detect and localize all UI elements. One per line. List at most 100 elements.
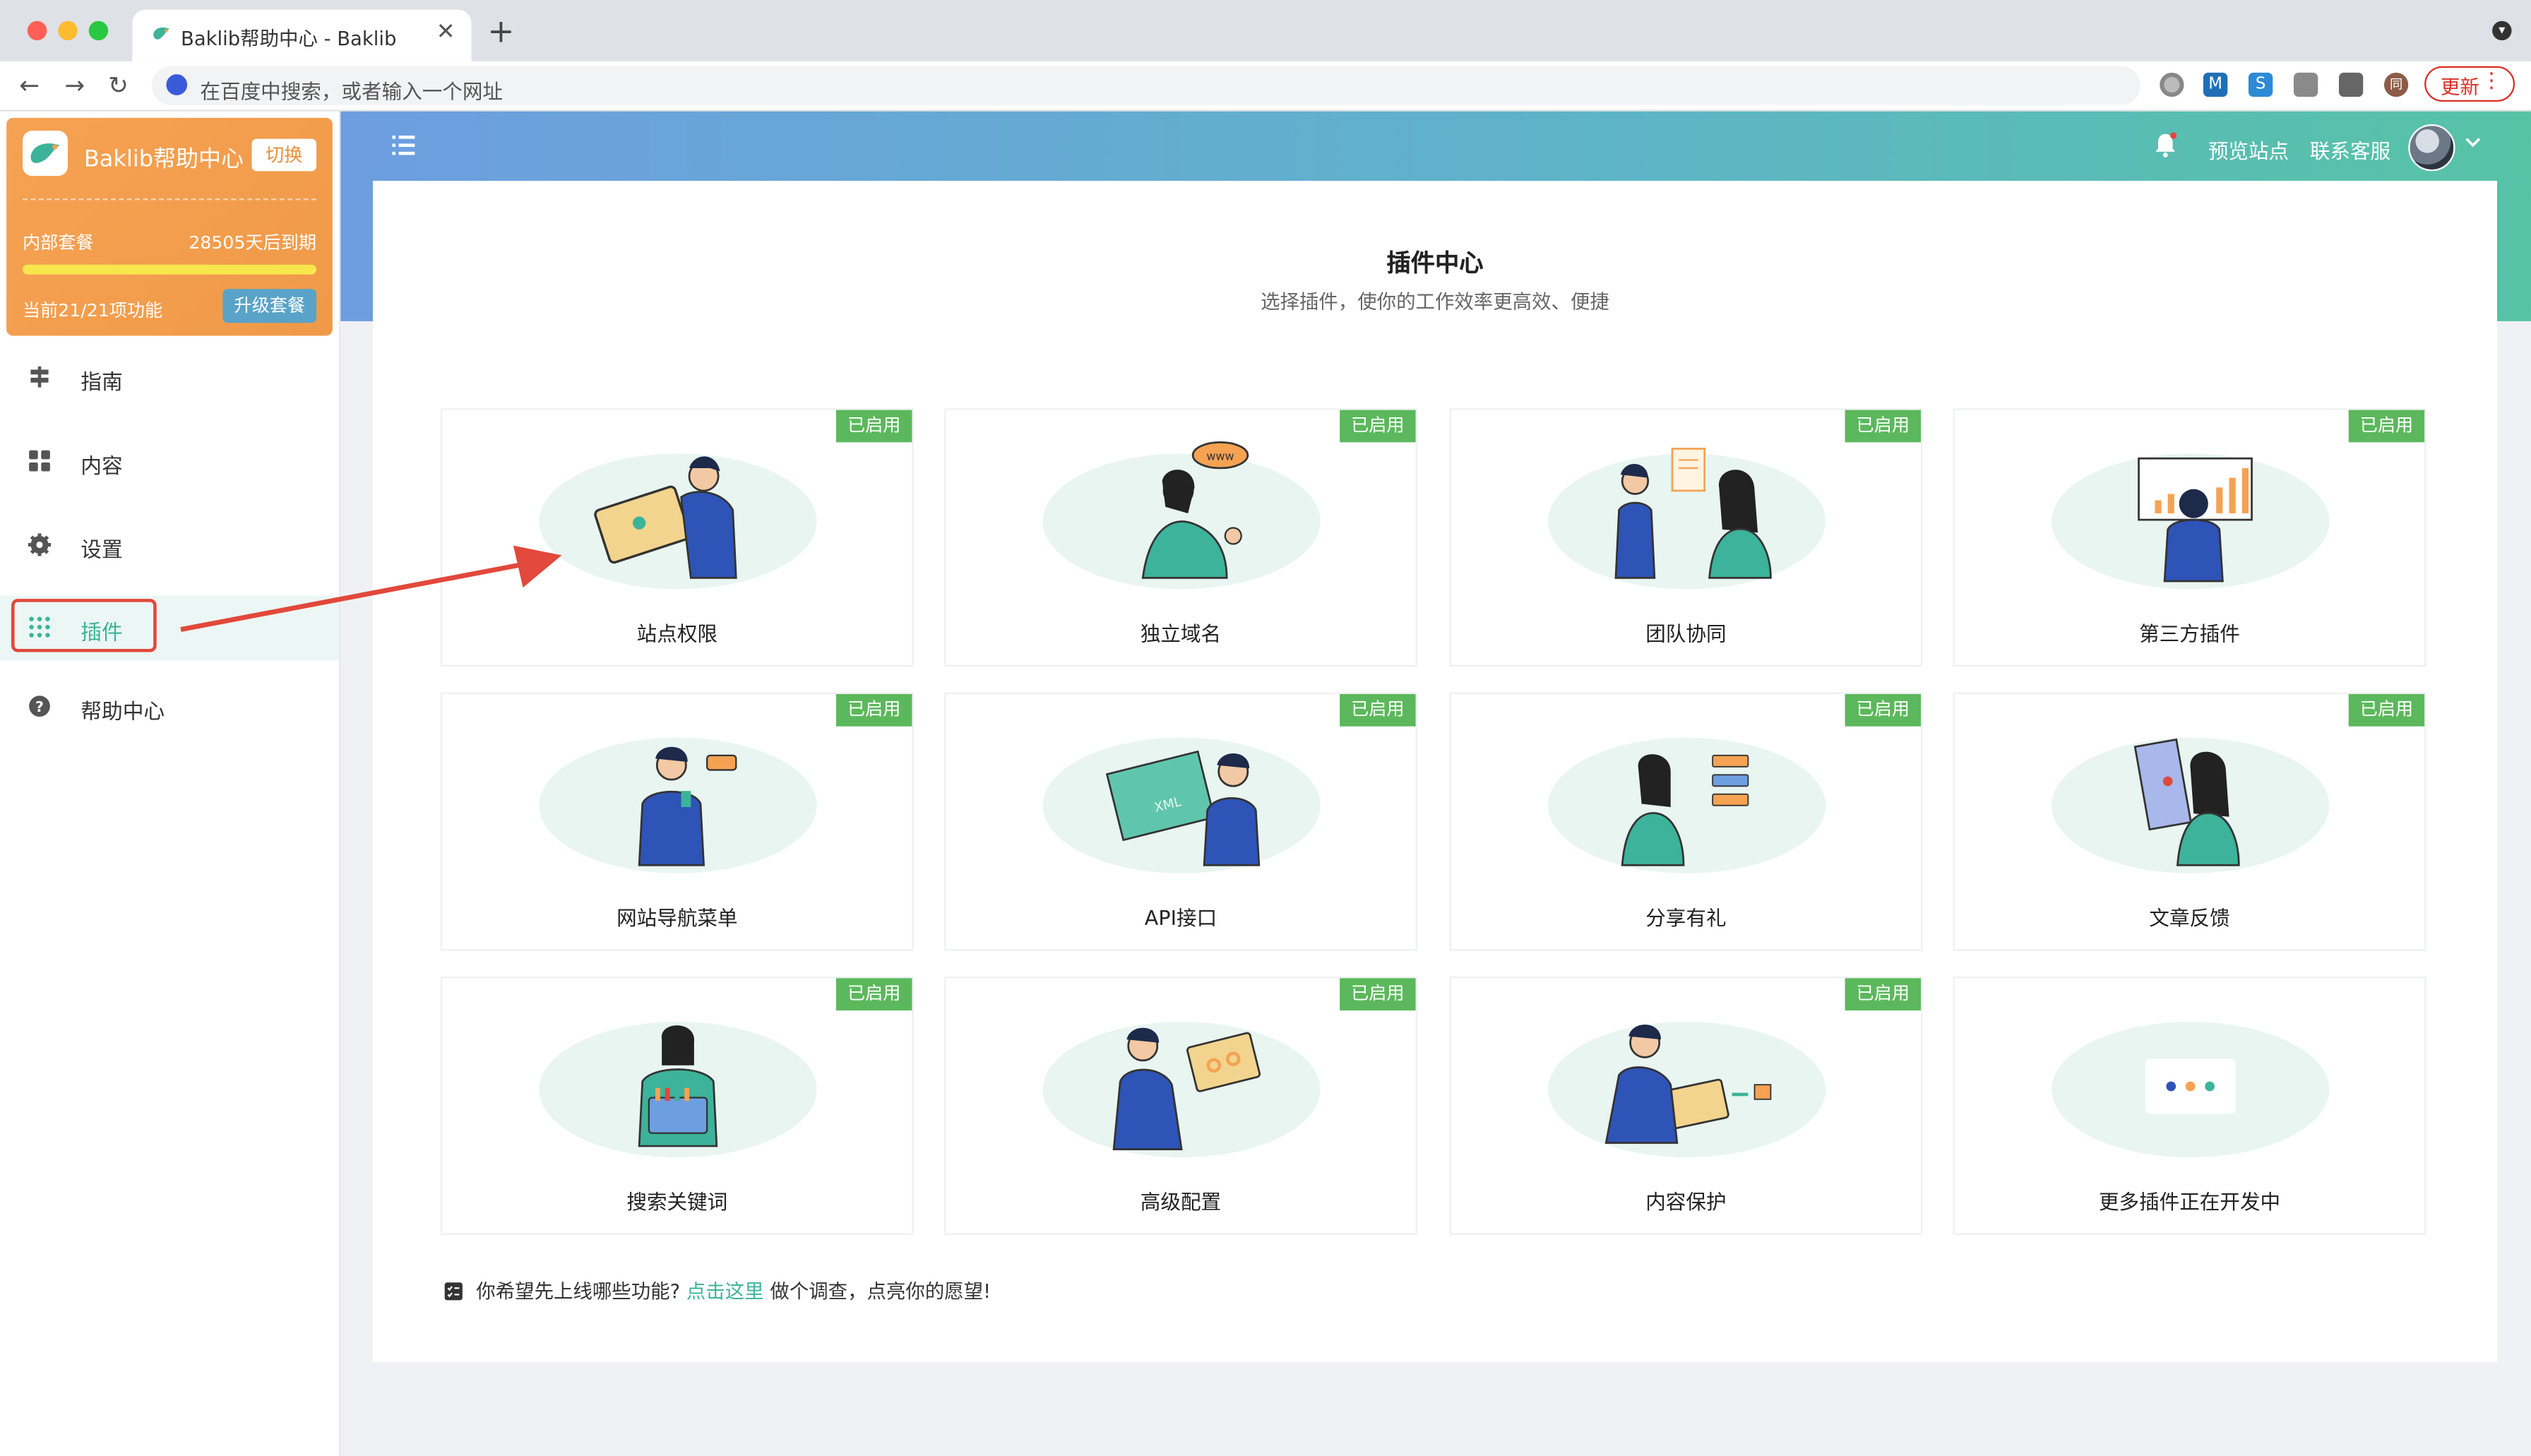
s-extension-icon[interactable]: S [2248,72,2273,97]
plugin-card-api[interactable]: 已启用 XML API接口 [944,692,1417,951]
chevron-down-icon[interactable] [2465,134,2481,150]
browser-tab-bar: Baklib帮助中心 - Baklib ✕ + ▾ [0,0,2531,61]
plugin-name: 高级配置 [1140,1189,1222,1215]
plugin-card-content-protection[interactable]: 已启用 内容保护 [1449,977,1923,1235]
plugin-card-search-keywords[interactable]: 已启用 搜索关键词 [440,977,914,1235]
plugin-card-custom-domain[interactable]: 已启用 www 独立域名 [944,408,1417,667]
camera-icon[interactable] [2293,72,2318,97]
help-icon: ? [29,696,50,717]
sidebar-item-help[interactable]: ? 帮助中心 [0,675,339,739]
site-card: Baklib帮助中心 切换 内部套餐 28505天后到期 当前21/21项功能 … [6,117,333,336]
enabled-badge: 已启用 [835,978,912,1011]
plugin-card-third-party[interactable]: 已启用 第三方插件 [1953,408,2426,667]
preview-site-link[interactable]: 预览站点 [2208,134,2289,165]
plugin-name: 分享有礼 [1645,905,1727,930]
highlight-box [11,599,157,652]
signpost-icon [30,366,49,388]
menu-toggle-icon[interactable] [392,134,415,157]
plugin-name: 团队协同 [1645,621,1727,646]
svg-text:www: www [1206,450,1234,463]
content-protection-illustration-icon [1547,1022,1826,1158]
checklist-icon [444,1282,463,1301]
plugin-name: 更多插件正在开发中 [2098,1189,2281,1215]
plugin-name: API接口 [1144,905,1217,930]
feature-count: 当前21/21项功能 [22,300,163,321]
baidu-icon [166,74,188,95]
survey-link[interactable]: 点击这里 [686,1280,764,1303]
plugin-card-team-collaboration[interactable]: 已启用 团队协同 [1449,408,1923,667]
plugin-card-more-coming: 更多插件正在开发中 [1953,977,2426,1235]
site-name: Baklib帮助中心 [83,147,244,173]
share-reward-illustration-icon [1547,737,1826,873]
enabled-badge: 已启用 [2348,410,2425,443]
plugin-name: 搜索关键词 [626,1189,728,1215]
sidebar-item-label: 设置 [81,539,123,563]
feedback-illustration-icon [2051,737,2330,873]
baklib-bird-icon [153,27,169,40]
update-button[interactable]: 更新 ⋮ [2424,66,2515,102]
plugin-name: 第三方插件 [2139,621,2240,646]
bell-icon[interactable] [2153,132,2177,158]
page-subtitle: 选择插件，使你的工作效率更高效、便捷 [1261,290,1609,314]
advanced-config-illustration-icon [1042,1022,1321,1158]
plugin-name: 文章反馈 [2149,905,2230,930]
enabled-badge: 已启用 [1340,693,1416,727]
contact-support-link[interactable]: 联系客服 [2310,134,2390,165]
plan-name: 内部套餐 [22,232,94,253]
nav-menu-illustration-icon [539,737,817,873]
gear-icon [28,533,51,556]
enabled-badge: 已启用 [1340,410,1416,443]
survey-prefix: 你希望先上线哪些功能? [476,1279,681,1303]
profile-icon[interactable]: 同 [2383,72,2409,97]
card-divider [22,198,316,201]
sidebar-item-guide[interactable]: 指南 [0,345,339,410]
update-label: 更新 [2440,76,2479,99]
avatar[interactable] [2408,124,2455,172]
more-dots-illustration-icon [2051,1022,2330,1158]
annotation-arrow-icon [180,545,562,632]
plan-expiry: 28505天后到期 [189,232,316,253]
sidebar-item-content[interactable]: 内容 [0,429,339,494]
sidebar-item-label: 帮助中心 [81,700,165,725]
globe-icon[interactable] [2160,72,2184,97]
upgrade-plan-button[interactable]: 升级套餐 [222,289,316,323]
team-collaboration-illustration-icon [1547,448,1826,590]
address-bar-row: ← → ↻ 在百度中搜索，或者输入一个网址 [0,61,2531,112]
m-extension-icon[interactable]: M [2203,72,2228,97]
back-icon[interactable]: ← [19,69,40,102]
third-party-illustration-icon [2051,453,2330,590]
plugin-card-share-reward[interactable]: 已启用 分享有礼 [1449,692,1923,951]
plugin-card-feedback[interactable]: 已启用 文章反馈 [1953,692,2426,951]
new-tab-button[interactable]: + [487,15,514,47]
close-window-button[interactable] [27,20,47,41]
baklib-logo-icon [22,131,68,177]
sidebar-item-label: 指南 [81,371,123,396]
tab-search-button[interactable]: ▾ [2492,20,2512,41]
more-vertical-icon: ⋮ [2481,69,2502,94]
survey-suffix: 做个调查，点亮你的愿望! [770,1279,991,1303]
plugin-card-nav-menu[interactable]: 已启用 网站导航菜单 [440,692,914,951]
close-tab-icon[interactable]: ✕ [436,19,455,45]
switch-site-button[interactable]: 切换 [251,138,316,172]
custom-domain-illustration-icon: www [1042,441,1321,590]
puzzle-icon[interactable] [2338,72,2364,97]
plugin-name: 网站导航菜单 [617,905,738,930]
browser-tab[interactable]: Baklib帮助中心 - Baklib ✕ [132,9,472,61]
api-illustration-icon: XML [1042,737,1321,873]
plugin-card-advanced-config[interactable]: 已启用 高级配置 [944,977,1417,1235]
address-input[interactable]: 在百度中搜索，或者输入一个网址 [151,66,2140,105]
forward-icon[interactable]: → [64,69,85,102]
enabled-badge: 已启用 [835,410,912,443]
enabled-badge: 已启用 [1340,978,1416,1011]
plan-progress-fill [22,264,316,275]
reload-icon[interactable]: ↻ [108,69,129,102]
sidebar: Baklib帮助中心 切换 内部套餐 28505天后到期 当前21/21项功能 … [0,111,341,1456]
plan-progress-bar [22,264,316,275]
survey-prompt: 你希望先上线哪些功能? 点击这里 做个调查，点亮你的愿望! [444,1277,991,1304]
minimize-window-button[interactable] [58,20,78,41]
maximize-window-button[interactable] [88,20,109,41]
svg-text:?: ? [35,698,44,715]
enabled-badge: 已启用 [1845,978,1921,1011]
enabled-badge: 已启用 [2348,693,2425,727]
sidebar-item-label: 内容 [81,455,123,479]
